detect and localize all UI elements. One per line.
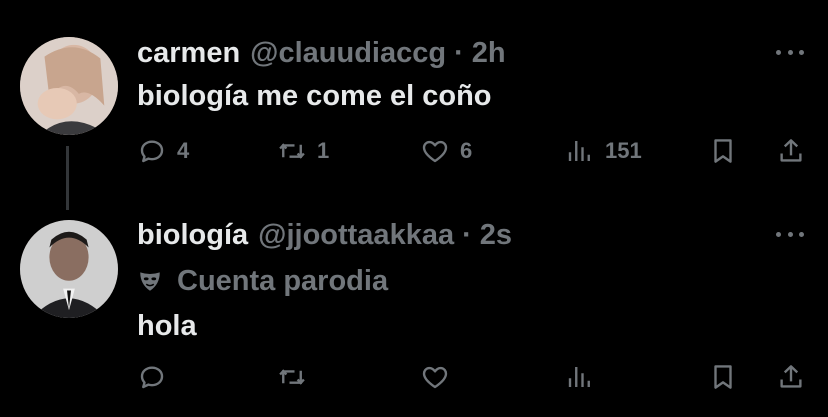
- reply-button[interactable]: 4: [137, 134, 189, 168]
- heart-icon: [422, 366, 448, 389]
- avatar-image: [20, 220, 118, 318]
- heart-icon: [422, 140, 448, 163]
- reply-button[interactable]: [137, 360, 167, 394]
- tweet-text: biología me come el coño: [137, 80, 492, 112]
- bookmark-button[interactable]: [708, 134, 738, 168]
- action-bar: [0, 360, 828, 394]
- more-icon[interactable]: [776, 47, 804, 57]
- like-count: 6: [460, 138, 473, 163]
- like-button[interactable]: 6: [420, 134, 472, 168]
- tweet[interactable]: carmen @clauudiaccg · 2h biología me com…: [0, 0, 828, 210]
- views-button[interactable]: 151: [565, 134, 642, 168]
- retweet-button[interactable]: [277, 360, 307, 394]
- views-icon: [568, 141, 590, 161]
- separator-dot: ·: [462, 218, 472, 251]
- display-name[interactable]: biología: [137, 219, 248, 252]
- mask-icon: [140, 272, 160, 291]
- avatar[interactable]: [20, 37, 118, 135]
- parody-badge: Cuenta parodia: [137, 264, 388, 298]
- share-icon: [780, 365, 802, 388]
- retweet-icon: [279, 143, 305, 159]
- bookmark-icon: [714, 139, 732, 163]
- reply-icon: [140, 140, 164, 163]
- timestamp[interactable]: 2h: [472, 37, 506, 70]
- bookmark-button[interactable]: [708, 360, 738, 394]
- share-button[interactable]: [776, 134, 806, 168]
- reply-icon: [140, 366, 164, 389]
- view-count: 151: [605, 138, 642, 163]
- tweet-text: hola: [137, 310, 197, 342]
- like-button[interactable]: [420, 360, 450, 394]
- parody-badge-label: Cuenta parodia: [177, 264, 389, 297]
- bookmark-icon: [714, 365, 732, 389]
- tweet-header: biología @jjoottaakkaa · 2s: [137, 218, 512, 252]
- reply-count: 4: [177, 138, 190, 163]
- retweet-icon: [279, 369, 305, 385]
- avatar[interactable]: [20, 220, 118, 318]
- views-icon: [568, 367, 590, 387]
- display-name[interactable]: carmen: [137, 37, 240, 70]
- tweet[interactable]: biología @jjoottaakkaa · 2s Cuenta parod…: [0, 200, 828, 417]
- retweet-button[interactable]: 1: [277, 134, 329, 168]
- handle[interactable]: @clauudiaccg: [250, 37, 446, 70]
- views-button[interactable]: [565, 360, 595, 394]
- handle[interactable]: @jjoottaakkaa: [258, 219, 454, 252]
- share-button[interactable]: [776, 360, 806, 394]
- avatar-image: [20, 37, 118, 135]
- separator-dot: ·: [454, 36, 464, 69]
- share-icon: [780, 139, 802, 162]
- action-bar: 4 1 6 151: [0, 134, 828, 168]
- retweet-count: 1: [317, 138, 330, 163]
- more-icon[interactable]: [776, 229, 804, 239]
- timestamp[interactable]: 2s: [480, 219, 512, 252]
- tweet-header: carmen @clauudiaccg · 2h: [137, 36, 506, 70]
